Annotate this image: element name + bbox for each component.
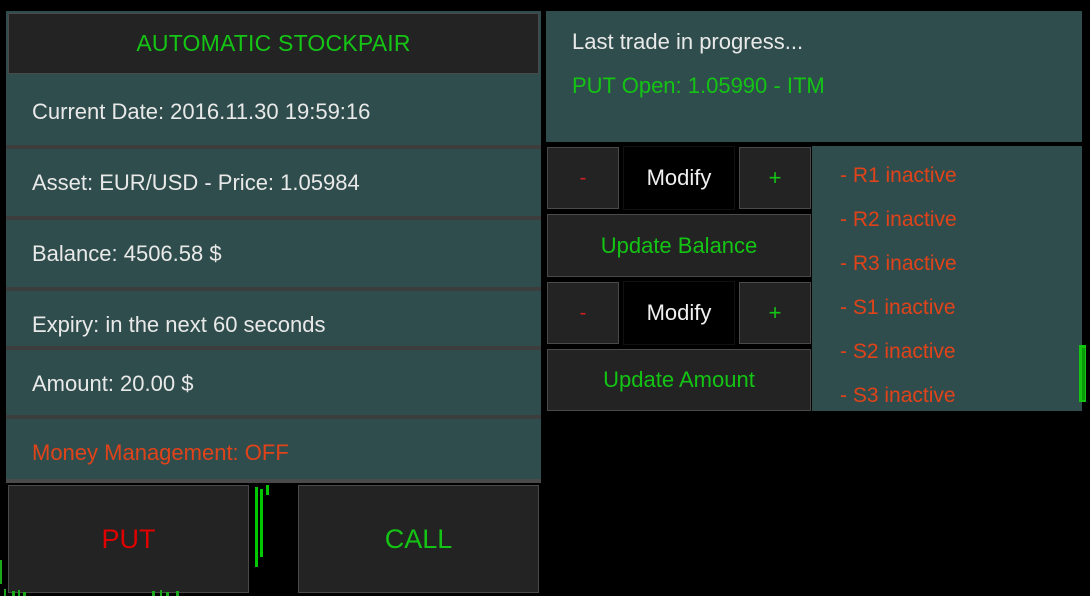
update-balance-button[interactable]: Update Balance — [547, 214, 811, 277]
update-amount-button[interactable]: Update Amount — [547, 349, 811, 411]
chart-artifact — [0, 560, 2, 584]
rs-item-s2: - S2 inactive — [840, 340, 956, 363]
amount-increment-button[interactable]: + — [739, 282, 811, 344]
chart-candle-edge-marker-core — [1082, 348, 1085, 400]
chart-artifact — [12, 591, 15, 596]
candle-wick-icon — [255, 487, 258, 567]
plus-icon: + — [768, 300, 782, 325]
amount-text: Amount: 20.00 $ — [32, 370, 194, 396]
info-row-asset: Asset: EUR/USD - Price: 1.05984 — [6, 149, 541, 216]
rs-item-r3: - R3 inactive — [840, 252, 957, 275]
chart-artifact — [23, 592, 26, 596]
balance-modify-button[interactable]: Modify — [623, 146, 735, 210]
asset-price-text: Asset: EUR/USD - Price: 1.05984 — [32, 169, 360, 195]
chart-artifact — [160, 590, 162, 596]
status-open-trade-text: PUT Open: 1.05990 - ITM — [572, 73, 825, 98]
candlestick-peek-gap — [249, 483, 298, 596]
current-date-text: Current Date: 2016.11.30 19:59:16 — [32, 98, 371, 124]
call-button-label: CALL — [384, 523, 453, 554]
rs-item-r1: - R1 inactive — [840, 164, 957, 187]
update-balance-label: Update Balance — [600, 232, 758, 258]
info-row-money-management: Money Management: OFF — [6, 419, 541, 486]
rs-item-s3: - S3 inactive — [840, 384, 956, 407]
chart-artifact — [166, 592, 169, 596]
rs-item-s1: - S1 inactive — [840, 296, 956, 319]
balance-modify-label: Modify — [646, 165, 712, 190]
money-management-text: Money Management: OFF — [32, 439, 289, 465]
balance-text: Balance: 4506.58 $ — [32, 240, 222, 266]
status-progress-text: Last trade in progress... — [572, 29, 804, 54]
call-button[interactable]: CALL — [298, 485, 539, 593]
candle-wick-icon — [266, 485, 269, 495]
chart-artifact — [152, 591, 155, 596]
minus-icon: - — [579, 167, 587, 189]
chart-artifact — [18, 590, 20, 596]
amount-modify-label: Modify — [646, 300, 712, 325]
plus-icon: + — [768, 165, 782, 190]
candle-wick-icon — [260, 489, 263, 557]
amount-modify-button[interactable]: Modify — [623, 281, 735, 345]
info-row-amount: Amount: 20.00 $ — [6, 350, 541, 417]
put-button-label: PUT — [101, 523, 156, 554]
balance-decrement-button[interactable]: - — [547, 147, 619, 209]
put-button[interactable]: PUT — [8, 485, 249, 593]
chart-artifact — [176, 591, 179, 596]
update-amount-label: Update Amount — [603, 367, 755, 392]
trade-status-panel: Last trade in progress... PUT Open: 1.05… — [546, 11, 1082, 142]
trade-button-bar: PUT CALL — [6, 483, 541, 596]
support-resistance-panel: - R1 inactive - R2 inactive - R3 inactiv… — [812, 146, 1082, 411]
chart-artifact — [4, 589, 6, 596]
expiry-text: Expiry: in the next 60 seconds — [32, 311, 326, 337]
amount-decrement-button[interactable]: - — [547, 282, 619, 344]
trading-panel-app: AUTOMATIC STOCKPAIR Current Date: 2016.1… — [0, 0, 1090, 596]
balance-increment-button[interactable]: + — [739, 147, 811, 209]
app-title-bar: AUTOMATIC STOCKPAIR — [8, 13, 539, 74]
rs-item-r2: - R2 inactive — [840, 208, 957, 231]
minus-icon: - — [579, 302, 587, 324]
page-title: AUTOMATIC STOCKPAIR — [136, 30, 411, 56]
info-row-balance: Balance: 4506.58 $ — [6, 220, 541, 287]
info-row-current-date: Current Date: 2016.11.30 19:59:16 — [6, 78, 541, 145]
